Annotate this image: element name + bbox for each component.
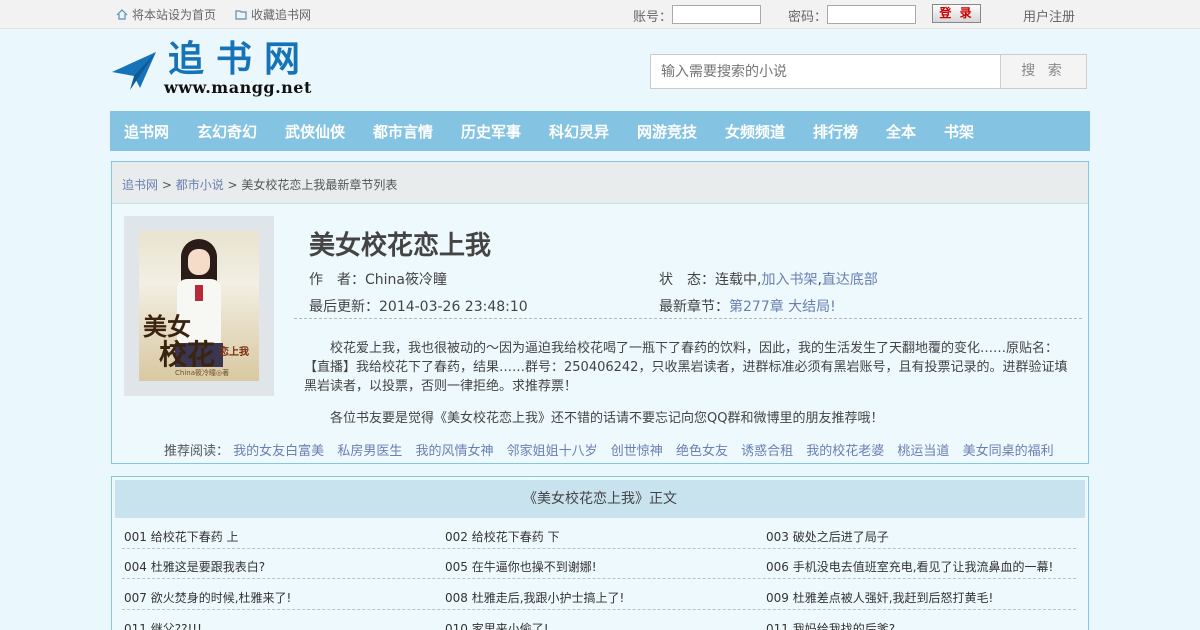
site-logo[interactable]: 追书网 www.mangg.net <box>110 39 350 98</box>
latest-chapter-row: 最新章节：第277章 大结局! <box>659 296 836 316</box>
search-button[interactable]: 搜 索 <box>1000 54 1087 89</box>
breadcrumb-current: 美女校花恋上我最新章节列表 <box>241 178 398 192</box>
breadcrumb-sep: > <box>158 178 176 192</box>
updated-row: 最后更新：2014-03-26 23:48:10 <box>309 296 528 316</box>
chapter-link[interactable]: 001 给校花下春药 上 <box>124 528 239 545</box>
breadcrumb: 追书网 > 都市小说 > 美女校花恋上我最新章节列表 <box>122 176 397 193</box>
top-bar: 将本站设为首页 收藏追书网 账号： 密码： 登 录 用户注册 <box>0 0 1200 29</box>
chapter-link[interactable]: 003 破处之后进了局子 <box>766 528 889 545</box>
paper-plane-icon <box>112 52 156 90</box>
chapter-link[interactable]: 002 给校花下春药 下 <box>445 528 560 545</box>
book-cover-image[interactable]: 美女 校花 恋上我 China筱冷瞳◎著 <box>139 231 259 381</box>
bookmark-label: 收藏追书网 <box>251 8 312 22</box>
chapter-link[interactable]: 007 欲火焚身的时候,杜雅来了! <box>124 589 291 606</box>
register-link[interactable]: 用户注册 <box>1023 6 1075 25</box>
account-label: 账号： <box>633 10 673 25</box>
jump-to-bottom-link[interactable]: 直达底部 <box>822 272 878 288</box>
row-divider <box>122 609 1076 610</box>
cover-art <box>188 249 210 275</box>
home-icon <box>116 9 128 20</box>
chapter-link[interactable]: 005 在牛逼你也操不到谢娜! <box>445 558 597 575</box>
book-intro: 校花爱上我，我也很被动的～因为逼迫我给校花喝了一瓶下了春药的饮料，因此，我的生活… <box>304 341 1068 394</box>
recommend-link[interactable]: 我的风情女神 <box>415 444 493 459</box>
recommend-link[interactable]: 绝色女友 <box>676 444 728 459</box>
share-tip: 各位书友要是觉得《美女校花恋上我》还不错的话请不要忘记向您QQ群和微博里的朋友推… <box>330 411 884 426</box>
latest-chapter-link[interactable]: 第277章 大结局! <box>729 299 836 315</box>
nav-item-gaming[interactable]: 网游竞技 <box>637 111 697 151</box>
main-nav: 追书网 玄幻奇幻 武侠仙侠 都市言情 历史军事 科幻灵异 网游竞技 女频频道 排… <box>110 111 1090 151</box>
set-homepage-label: 将本站设为首页 <box>132 8 217 22</box>
recommend-row: 推荐阅读： 我的女友白富美 私房男医生 我的风情女神 邻家姐姐十八岁 创世惊神 … <box>164 440 1063 459</box>
breadcrumb-category[interactable]: 都市小说 <box>176 178 224 192</box>
book-title: 美女校花恋上我 <box>309 231 492 261</box>
divider <box>294 318 1082 319</box>
recommend-label: 推荐阅读： <box>164 444 230 459</box>
chapter-link[interactable]: 008 杜雅走后,我跟小护士搞上了! <box>445 589 624 606</box>
chapter-link[interactable]: 010 家里来小偷了! <box>445 620 549 630</box>
chapter-link[interactable]: 009 杜雅差点被人强奸,我赶到后怒打黄毛! <box>766 589 993 606</box>
recommend-link[interactable]: 私房男医生 <box>337 444 402 459</box>
chapter-link[interactable]: 004 杜雅这是要跟我表白? <box>124 558 265 575</box>
breadcrumb-home[interactable]: 追书网 <box>122 178 158 192</box>
nav-item-history[interactable]: 历史军事 <box>461 111 521 151</box>
nav-item-wuxia[interactable]: 武侠仙侠 <box>285 111 345 151</box>
nav-item-ranking[interactable]: 排行榜 <box>813 111 858 151</box>
recommend-link[interactable]: 创世惊神 <box>611 444 663 459</box>
cover-art <box>195 285 203 301</box>
nav-item-home[interactable]: 追书网 <box>124 111 169 151</box>
updated-time: 2014-03-26 23:48:10 <box>379 299 528 315</box>
search-input[interactable] <box>650 54 1001 89</box>
recommend-link[interactable]: 桃运当道 <box>897 444 949 459</box>
nav-item-scifi[interactable]: 科幻灵异 <box>549 111 609 151</box>
cover-title-text: 恋上我 <box>219 347 249 358</box>
folder-icon <box>235 10 247 20</box>
chapter-link[interactable]: 006 手机没电去值班室充电,看见了让我流鼻血的一幕! <box>766 558 1053 575</box>
logo-url: www.mangg.net <box>164 78 312 97</box>
recommend-link[interactable]: 诱惑合租 <box>741 444 793 459</box>
recommend-link[interactable]: 我的女友白富美 <box>233 444 324 459</box>
latest-chapter-label: 最新章节： <box>659 299 729 315</box>
add-to-bookshelf-link[interactable]: 加入书架 <box>761 272 817 288</box>
author-label: 作 者： <box>309 272 365 288</box>
cover-author-text: China筱冷瞳◎著 <box>175 369 230 377</box>
status-row: 状 态：连载中,加入书架,直达底部 <box>659 269 878 289</box>
cover-title-text: 校花 <box>159 338 216 371</box>
book-info-panel: 追书网 > 都市小说 > 美女校花恋上我最新章节列表 美女 校花 恋上我 Chi… <box>111 161 1089 464</box>
status-label: 状 态： <box>659 272 715 288</box>
row-divider <box>122 548 1076 549</box>
chapter-list-header: 《美女校花恋上我》正文 <box>115 480 1085 518</box>
login-button[interactable]: 登 录 <box>932 4 981 23</box>
password-input[interactable] <box>827 5 916 24</box>
author-row: 作 者：China筱冷瞳 <box>309 269 447 289</box>
breadcrumb-bar: 追书网 > 都市小说 > 美女校花恋上我最新章节列表 <box>112 162 1088 204</box>
logo-title: 追书网 <box>168 39 313 80</box>
breadcrumb-sep: > <box>223 178 242 192</box>
updated-label: 最后更新： <box>309 299 379 315</box>
nav-item-urban[interactable]: 都市言情 <box>373 111 433 151</box>
chapter-list-panel: 《美女校花恋上我》正文 001 给校花下春药 上 002 给校花下春药 下 00… <box>111 476 1089 630</box>
recommend-link[interactable]: 美女同桌的福利 <box>963 444 1054 459</box>
author-name: China筱冷瞳 <box>365 272 447 288</box>
nav-item-bookshelf[interactable]: 书架 <box>944 111 974 151</box>
chapter-link[interactable]: 011 我妈给我找的后爹? <box>766 620 895 630</box>
row-divider <box>122 578 1076 579</box>
recommend-link[interactable]: 我的校花老婆 <box>806 444 884 459</box>
account-input[interactable] <box>672 5 761 24</box>
status-value: 连载中, <box>715 272 762 288</box>
recommend-link[interactable]: 邻家姐姐十八岁 <box>507 444 598 459</box>
nav-item-complete[interactable]: 全本 <box>886 111 916 151</box>
book-cover-frame: 美女 校花 恋上我 China筱冷瞳◎著 <box>124 216 274 396</box>
bookmark-site-link[interactable]: 收藏追书网 <box>235 6 311 23</box>
set-homepage-link[interactable]: 将本站设为首页 <box>116 6 216 23</box>
nav-item-fantasy[interactable]: 玄幻奇幻 <box>197 111 257 151</box>
chapter-link[interactable]: 011 继父??!!! <box>124 620 202 630</box>
password-label: 密码： <box>788 10 828 25</box>
nav-item-female[interactable]: 女频频道 <box>725 111 785 151</box>
